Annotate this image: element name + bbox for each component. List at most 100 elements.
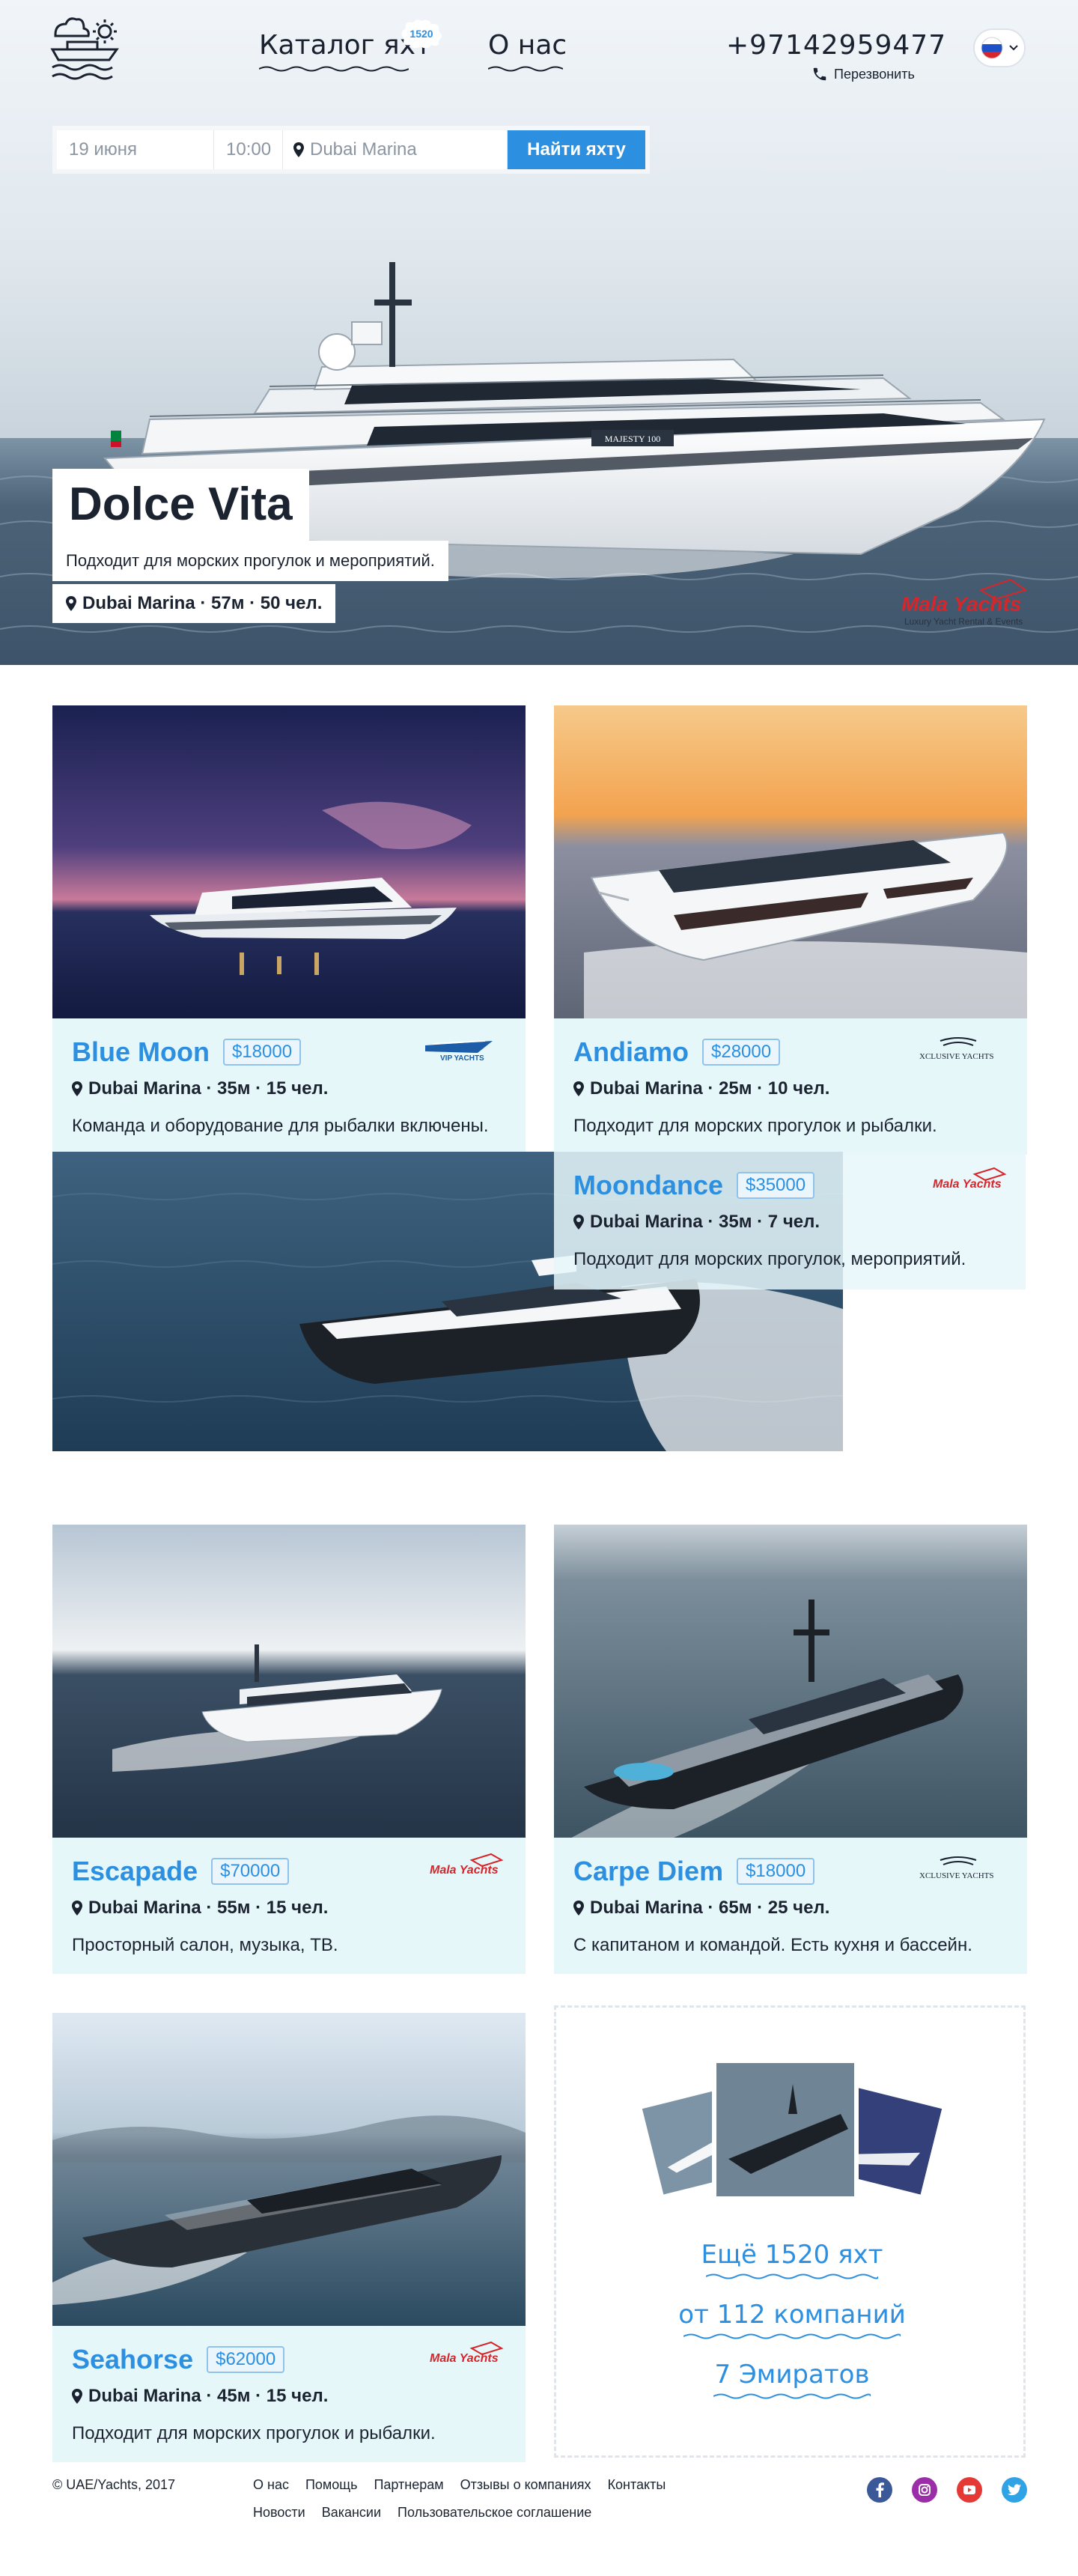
yacht-meta: Dubai Marina · 25м · 10 чел.: [590, 1078, 830, 1099]
yacht-meta: Dubai Marina · 45м · 15 чел.: [88, 2386, 329, 2406]
location-pin-icon: [72, 1901, 82, 1916]
mala-yachts-name: Mala Yachts: [430, 2352, 499, 2365]
yacht-card-info: Blue Moon $18000 Dubai Marina · 35м · 15…: [52, 1018, 526, 1155]
yacht-price-badge: $28000: [702, 1039, 781, 1066]
yacht-card-info: Moondance $35000 Dubai Marina · 35м · 7 …: [554, 1152, 1026, 1289]
wave-underline: [259, 66, 409, 72]
footer-link-about[interactable]: О нас: [253, 2477, 289, 2493]
xclusive-yachts-logo: XCLUSIVE YACHTS: [919, 1856, 994, 1880]
emirates-link[interactable]: 7 Эмиратов: [556, 2360, 1028, 2400]
location-pin-icon: [573, 1081, 584, 1096]
yacht-name[interactable]: Seahorse: [72, 2344, 193, 2375]
yacht-description: Просторный салон, музыка, ТВ.: [72, 1935, 338, 1955]
yacht-description: Подходит для морских прогулок, мероприят…: [573, 1249, 966, 1269]
footer-link-news[interactable]: Новости: [253, 2505, 305, 2521]
yacht-photo: [52, 1525, 526, 1838]
mala-yachts-name: Mala Yachts: [901, 592, 1021, 616]
yacht-price-badge: $70000: [211, 1858, 290, 1885]
emirates-text: 7 Эмиратов: [714, 2360, 870, 2390]
vip-yachts-name: VIP YACHTS: [440, 1054, 484, 1063]
time-input[interactable]: 10:00: [214, 130, 283, 169]
mala-yachts-logo: Mala Yachts: [933, 1167, 1007, 1191]
callback-button[interactable]: Перезвонить: [811, 66, 915, 82]
yacht-meta: Dubai Marina · 55м · 15 чел.: [88, 1898, 329, 1918]
wave-underline: [713, 2393, 871, 2399]
more-yachts-text: Ещё 1520 яхт: [701, 2240, 883, 2270]
companies-text: от 112 компаний: [678, 2300, 906, 2330]
wave-underline: [706, 2273, 878, 2279]
yacht-photo: [52, 2013, 526, 2326]
twitter-icon[interactable]: [1002, 2477, 1027, 2503]
mala-yachts-logo: Mala Yachts: [430, 2341, 504, 2365]
yacht-card-info: Andiamo $28000 Dubai Marina · 25м · 10 ч…: [554, 1018, 1027, 1155]
vip-yachts-logo: VIP YACHTS: [425, 1040, 493, 1063]
hero-meta-text: Dubai Marina · 57м · 50 чел.: [82, 593, 323, 613]
copyright-text: © UAE/Yachts, 2017: [52, 2477, 176, 2492]
mala-yachts-logo: Mala Yachts Luxury Yacht Rental & Events: [901, 578, 1028, 627]
yacht-card-seahorse[interactable]: Seahorse $62000 Dubai Marina · 45м · 15 …: [52, 2013, 526, 2462]
footer-link-jobs[interactable]: Вакансии: [322, 2505, 381, 2521]
callback-label: Перезвонить: [834, 66, 915, 82]
yacht-card-andiamo[interactable]: Andiamo $28000 Dubai Marina · 25м · 10 ч…: [554, 705, 1027, 1155]
language-selector[interactable]: [973, 28, 1026, 67]
yacht-card-info: Seahorse $62000 Dubai Marina · 45м · 15 …: [52, 2326, 526, 2462]
footer-link-help[interactable]: Помощь: [305, 2477, 358, 2493]
yacht-name[interactable]: Carpe Diem: [573, 1856, 723, 1887]
yacht-meta: Dubai Marina · 35м · 7 чел.: [590, 1212, 820, 1232]
yacht-meta: Dubai Marina · 35м · 15 чел.: [88, 1078, 329, 1099]
yacht-catalog-grid: Blue Moon $18000 Dubai Marina · 35м · 15…: [0, 665, 1078, 2462]
nav-about-link[interactable]: О нас: [488, 30, 567, 73]
yacht-description: Подходит для морских прогулок и рыбалки.: [72, 2423, 436, 2443]
instagram-icon[interactable]: [912, 2477, 937, 2503]
search-bar: 19 июня 10:00 Dubai Marina Найти яхту: [52, 126, 650, 174]
yacht-name[interactable]: Blue Moon: [72, 1036, 210, 1068]
location-pin-icon: [573, 1215, 584, 1230]
yacht-card-blue-moon[interactable]: Blue Moon $18000 Dubai Marina · 35м · 15…: [52, 705, 526, 1155]
yacht-photo: [52, 705, 526, 1018]
hero-section: MAJESTY 100 Каталог яхт 1520 О нас +9714…: [0, 0, 1078, 665]
xclusive-yachts-name: XCLUSIVE YACHTS: [919, 1052, 994, 1061]
footer-link-partners[interactable]: Партнерам: [374, 2477, 443, 2493]
find-yacht-button[interactable]: Найти яхту: [508, 130, 645, 169]
yacht-card-info: Escapade $70000 Dubai Marina · 55м · 15 …: [52, 1838, 526, 1974]
location-pin-icon: [573, 1901, 584, 1916]
date-input[interactable]: 19 июня: [57, 130, 214, 169]
more-yachts-block[interactable]: Ещё 1520 яхт от 112 компаний 7 Эмиратов: [554, 2005, 1026, 2458]
yacht-name[interactable]: Moondance: [573, 1170, 723, 1201]
more-yachts-link[interactable]: Ещё 1520 яхт: [556, 2240, 1028, 2280]
logo-icon[interactable]: [49, 15, 121, 82]
xclusive-yachts-name: XCLUSIVE YACHTS: [919, 1871, 994, 1880]
wave-underline: [683, 2333, 901, 2339]
youtube-icon[interactable]: [957, 2477, 982, 2503]
yacht-name[interactable]: Escapade: [72, 1856, 198, 1887]
hero-yacht-title[interactable]: Dolce Vita: [52, 469, 309, 541]
footer-link-contacts[interactable]: Контакты: [608, 2477, 666, 2493]
facebook-icon[interactable]: [867, 2477, 892, 2503]
wave-underline: [488, 66, 563, 72]
xclusive-yachts-logo: XCLUSIVE YACHTS: [919, 1037, 994, 1061]
yacht-card-escapade[interactable]: Escapade $70000 Dubai Marina · 55м · 15 …: [52, 1525, 526, 1974]
footer-link-reviews[interactable]: Отзывы о компаниях: [460, 2477, 591, 2493]
footer-link-terms[interactable]: Пользовательское соглашение: [398, 2505, 591, 2521]
mala-yachts-name: Mala Yachts: [430, 1864, 499, 1877]
yacht-price-badge: $18000: [737, 1858, 815, 1885]
location-pin-icon: [72, 1081, 82, 1096]
mala-yachts-tagline: Luxury Yacht Rental & Events: [904, 616, 1023, 627]
yacht-name[interactable]: Andiamo: [573, 1036, 689, 1068]
companies-link[interactable]: от 112 компаний: [556, 2300, 1028, 2340]
yacht-price-badge: $35000: [737, 1172, 815, 1199]
hero-yacht-description: Подходит для морских прогулок и мероприя…: [52, 541, 448, 581]
mala-yachts-logo: Mala Yachts: [430, 1853, 504, 1877]
yacht-card-moondance[interactable]: Moondance $35000 Dubai Marina · 35м · 7 …: [52, 1152, 1026, 1451]
yacht-description: С капитаном и командой. Есть кухня и бас…: [573, 1935, 972, 1955]
yacht-card-info: Carpe Diem $18000 Dubai Marina · 65м · 2…: [554, 1838, 1027, 1974]
footer: © UAE/Yachts, 2017 О нас Помощь Партнера…: [0, 2447, 1078, 2576]
boat-name-label: MAJESTY 100: [605, 434, 661, 444]
location-input[interactable]: Dubai Marina: [283, 130, 508, 169]
social-links: [867, 2477, 1027, 2503]
phone-number[interactable]: +97142959477: [726, 30, 946, 61]
yacht-description: Подходит для морских прогулок и рыбалки.: [573, 1116, 937, 1136]
yacht-card-carpe-diem[interactable]: Carpe Diem $18000 Dubai Marina · 65м · 2…: [554, 1525, 1027, 1974]
mala-yachts-name: Mala Yachts: [933, 1178, 1002, 1191]
yacht-price-badge: $62000: [207, 2346, 285, 2373]
